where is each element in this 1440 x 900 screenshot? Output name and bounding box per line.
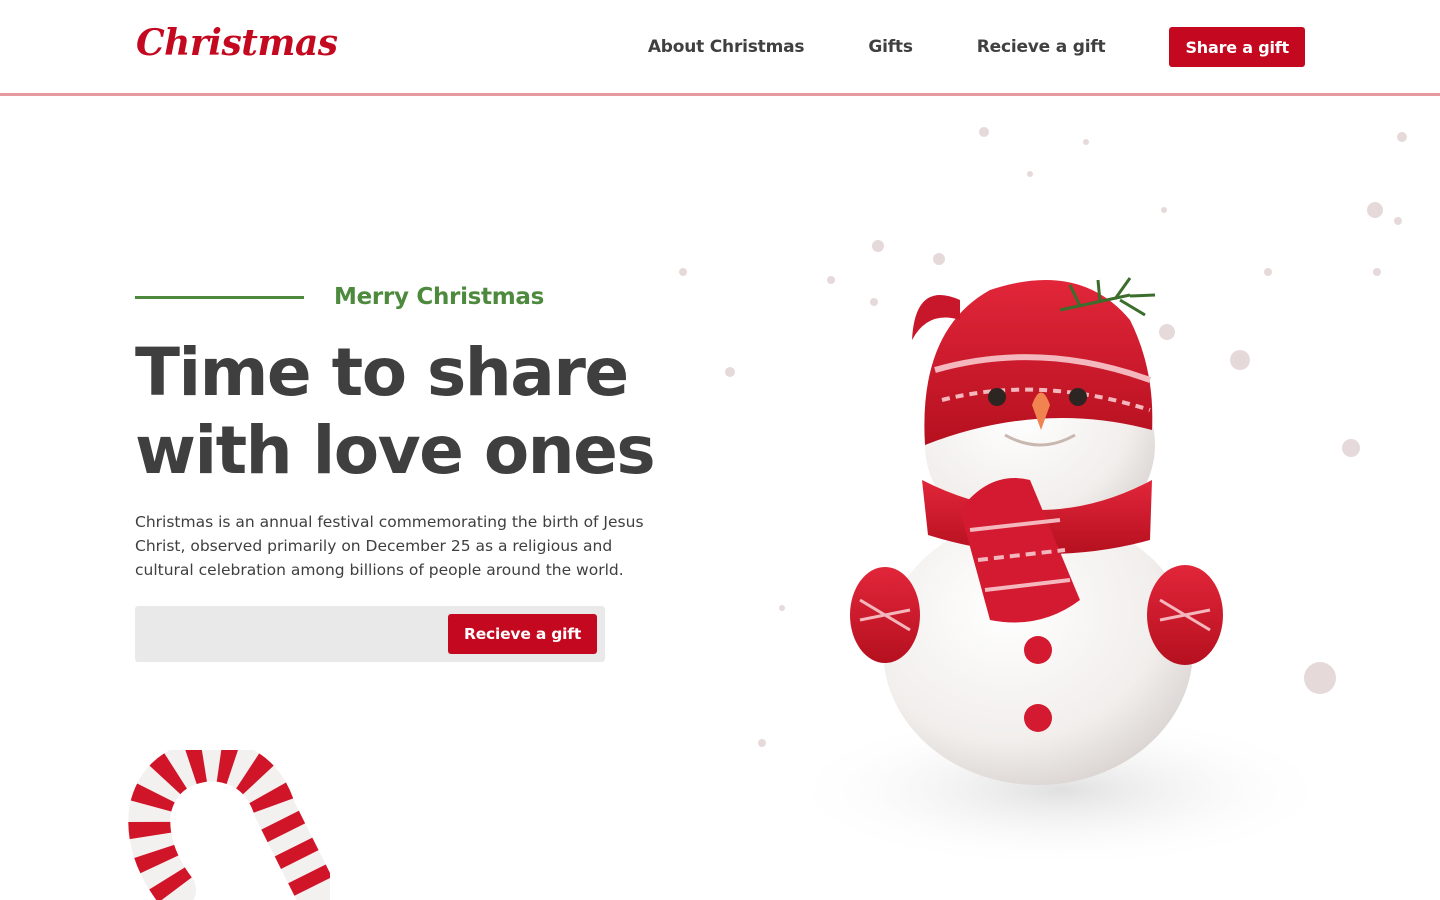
hero-description: Christmas is an annual festival commemor…: [135, 510, 710, 582]
logo[interactable]: Christmas: [136, 22, 338, 64]
description-line-3: cultural celebration among billions of p…: [135, 561, 624, 579]
eyebrow-text: Merry Christmas: [334, 284, 545, 310]
share-gift-button[interactable]: Share a gift: [1169, 27, 1305, 67]
eyebrow: Merry Christmas: [135, 284, 544, 310]
eyebrow-divider: [135, 295, 304, 299]
headline-line-2: with love ones: [135, 412, 656, 489]
headline-line-1: Time to share: [135, 334, 629, 411]
description-line-2: Christ, observed primarily on December 2…: [135, 537, 613, 555]
site-header: Christmas About Christmas Gifts Recieve …: [0, 0, 1440, 96]
description-line-1: Christmas is an annual festival commemor…: [135, 513, 644, 531]
recieve-gift-button[interactable]: Recieve a gift: [448, 614, 597, 654]
nav-link-recieve-gift[interactable]: Recieve a gift: [977, 37, 1106, 57]
nav-link-gifts[interactable]: Gifts: [868, 37, 913, 57]
gift-form: Recieve a gift: [135, 606, 605, 662]
nav-link-about-christmas[interactable]: About Christmas: [648, 37, 805, 57]
snowman-illustration: [679, 127, 1407, 870]
candy-cane-illustration: [128, 750, 330, 900]
main-nav: About Christmas Gifts Recieve a gift Sha…: [648, 27, 1305, 67]
gift-input[interactable]: [135, 606, 440, 662]
